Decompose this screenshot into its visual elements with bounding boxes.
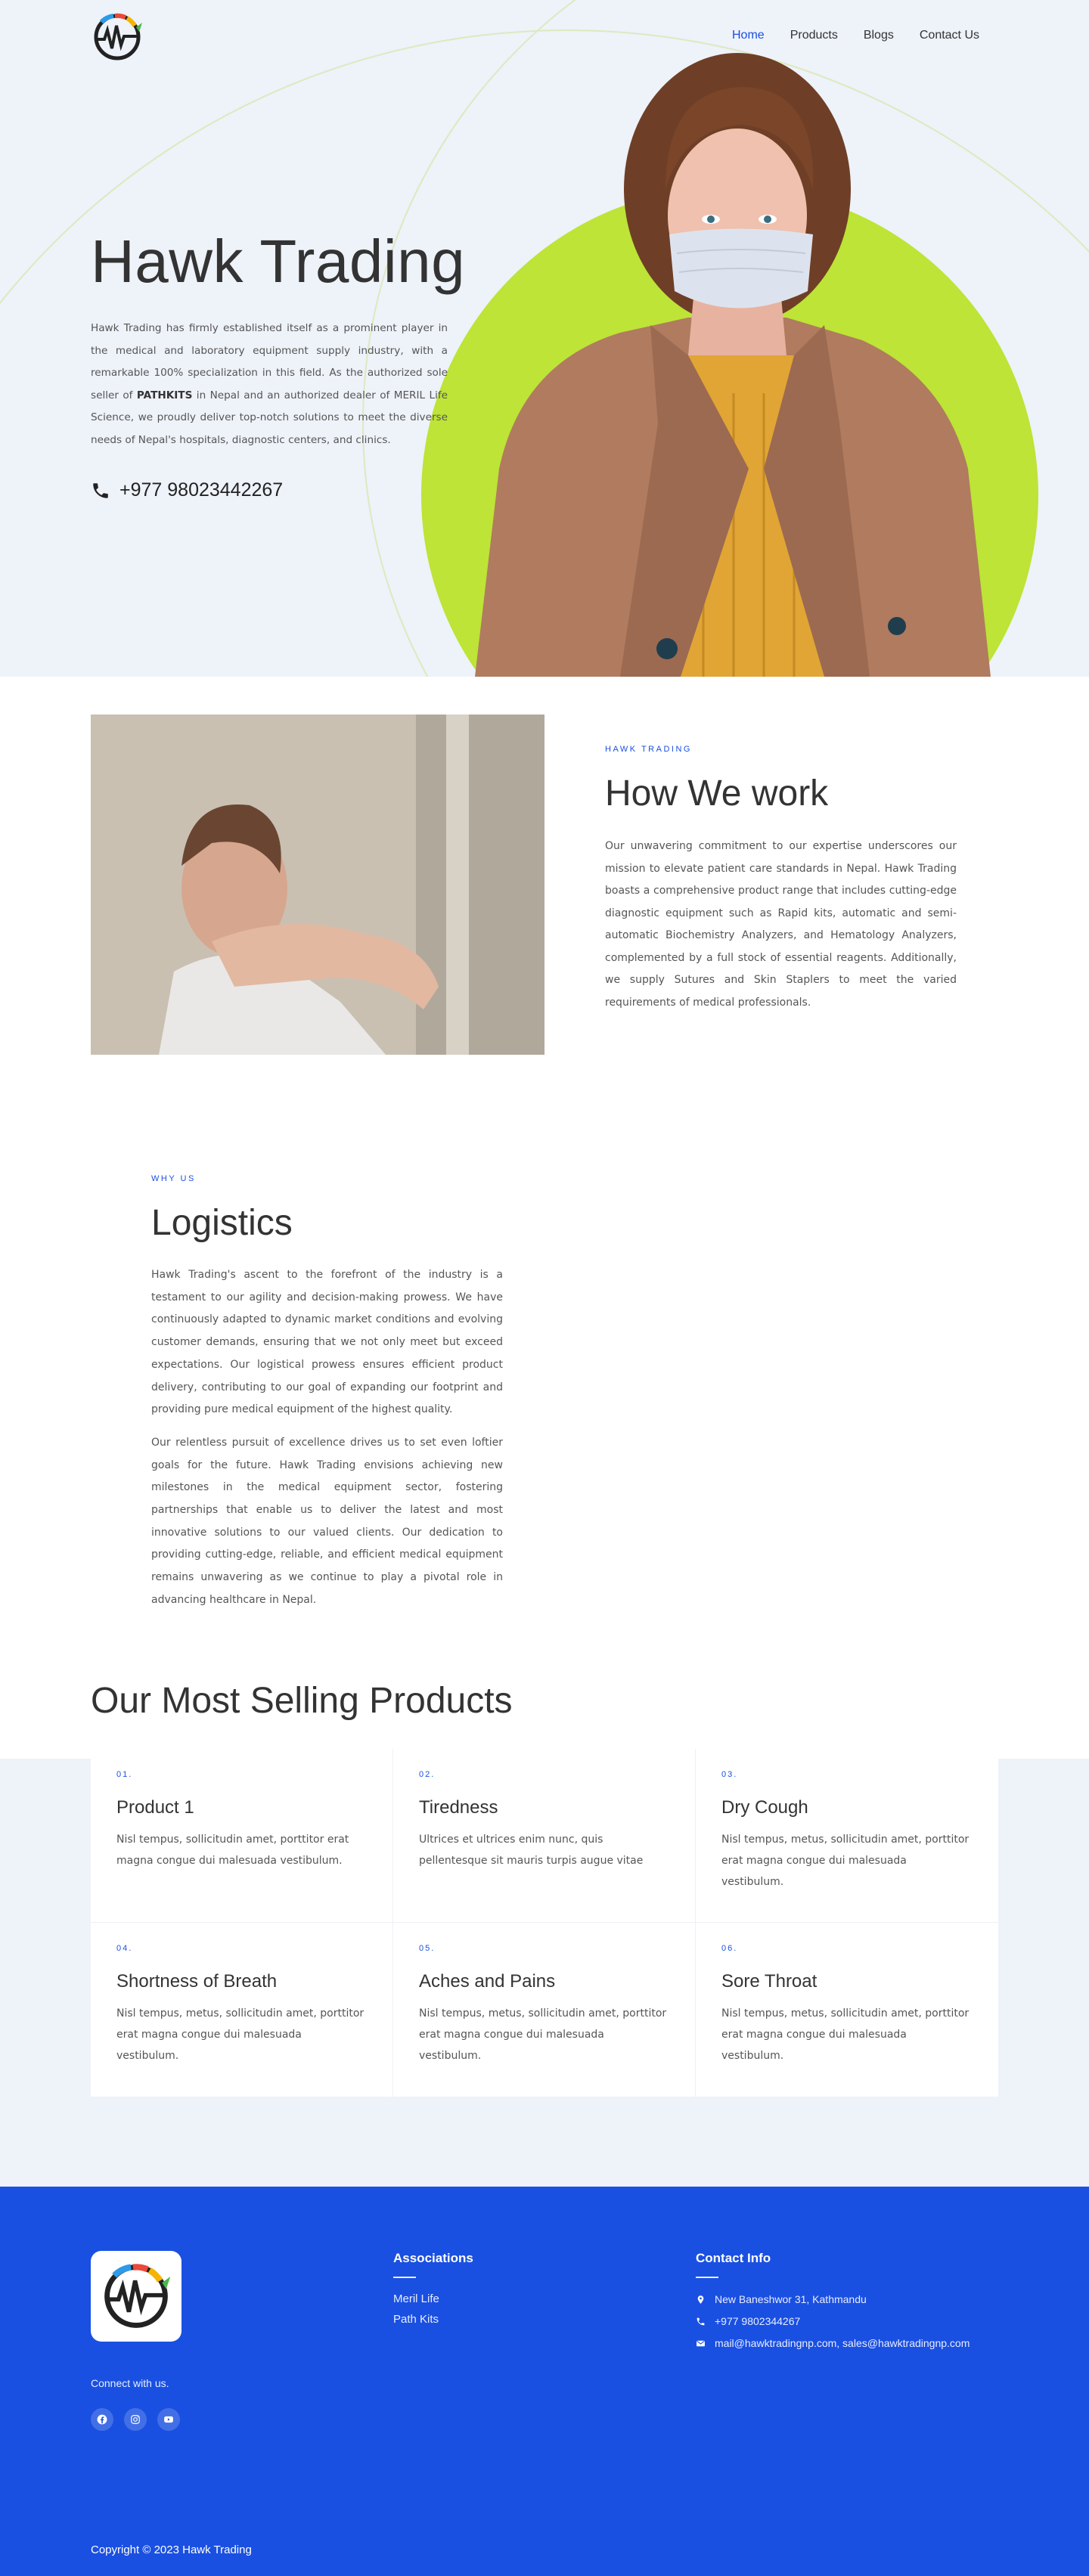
hawk-trading-logo-icon	[104, 2264, 171, 2328]
product-description: Ultrices et ultrices enim nunc, quis pel…	[419, 1834, 644, 1867]
product-title: Aches and Pains	[419, 1971, 556, 1992]
product-title: Tiredness	[419, 1797, 498, 1818]
nav-products[interactable]: Products	[790, 29, 838, 42]
hero-phone[interactable]: +977 98023442267	[91, 479, 283, 501]
product-number: 03.	[721, 1770, 738, 1779]
youtube-icon[interactable]	[157, 2408, 180, 2431]
nav-blogs[interactable]: Blogs	[864, 29, 894, 42]
phone-icon	[697, 2317, 705, 2326]
footer: Connect with us. Associations Meril Life…	[0, 2187, 1089, 2576]
product-number: 05.	[419, 1944, 436, 1953]
product-description: Nisl tempus, metus, sollicitudin amet, p…	[721, 2007, 970, 2062]
product-number: 06.	[721, 1944, 738, 1953]
product-title: Sore Throat	[721, 1971, 818, 1992]
logistics-eyebrow: WHY US	[151, 1174, 196, 1183]
product-description: Nisl tempus, metus, sollicitudin amet, p…	[419, 2007, 667, 2062]
instagram-icon[interactable]	[124, 2408, 147, 2431]
product-description: Nisl tempus, metus, sollicitudin amet, p…	[116, 2007, 365, 2062]
hawk-trading-logo[interactable]	[91, 11, 144, 64]
contact-address: New Baneshwor 31, Kathmandu	[696, 2289, 970, 2311]
product-title: Product 1	[116, 1797, 194, 1818]
association-link-pathkits[interactable]: Path Kits	[393, 2309, 473, 2330]
work-title: How We work	[605, 773, 829, 814]
contact-email[interactable]: mail@hawktradingnp.com, sales@hawktradin…	[696, 2333, 970, 2354]
product-card[interactable]: 03. Dry Cough Nisl tempus, metus, sollic…	[696, 1749, 998, 1923]
product-card[interactable]: 02. Tiredness Ultrices et ultrices enim …	[393, 1749, 696, 1923]
product-card[interactable]: 04. Shortness of Breath Nisl tempus, met…	[91, 1923, 393, 2097]
heading-underline	[696, 2277, 718, 2278]
hero-title: Hawk Trading	[91, 228, 466, 295]
associations-heading: Associations	[393, 2251, 473, 2265]
product-description: Nisl tempus, metus, sollicitudin amet, p…	[721, 1834, 970, 1888]
product-description: Nisl tempus, sollicitudin amet, porttito…	[116, 1834, 349, 1867]
logistics-paragraph-2: Our relentless pursuit of excellence dri…	[151, 1436, 503, 1606]
hero-description-brand: PATHKITS	[136, 389, 193, 401]
logistics-paragraph-1: Hawk Trading's ascent to the forefront o…	[151, 1269, 503, 1416]
main-nav: Home Products Blogs Contact Us	[732, 29, 979, 42]
contact-heading: Contact Info	[696, 2251, 771, 2265]
hero-phone-number: +977 98023442267	[119, 479, 284, 501]
hero-section: Home Products Blogs Contact Us Hawk Trad…	[0, 0, 1089, 677]
heading-underline	[393, 2277, 416, 2278]
contact-phone-text: +977 9802344267	[715, 2315, 801, 2327]
product-card[interactable]: 06. Sore Throat Nisl tempus, metus, soll…	[696, 1923, 998, 2097]
nav-home[interactable]: Home	[732, 29, 765, 42]
phone-icon	[93, 482, 108, 498]
hero-description: Hawk Trading has firmly established itse…	[91, 318, 448, 451]
map-pin-icon	[697, 2295, 704, 2304]
footer-logo[interactable]	[91, 2251, 182, 2342]
association-link-meril[interactable]: Meril Life	[393, 2289, 473, 2309]
envelope-icon	[697, 2340, 705, 2347]
sneezing-man-image	[91, 715, 544, 1055]
work-eyebrow: HAWK TRADING	[605, 745, 692, 754]
logistics-title: Logistics	[151, 1203, 293, 1243]
product-card[interactable]: 05. Aches and Pains Nisl tempus, metus, …	[393, 1923, 696, 2097]
product-number: 02.	[419, 1770, 436, 1779]
contact-column: Contact Info New Baneshwor 31, Kathmandu…	[696, 2251, 970, 2354]
facebook-icon[interactable]	[91, 2408, 113, 2431]
product-title: Shortness of Breath	[116, 1971, 278, 1992]
social-links	[91, 2408, 180, 2431]
copyright: Copyright © 2023 Hawk Trading	[91, 2543, 252, 2556]
product-card[interactable]: 01. Product 1 Nisl tempus, sollicitudin …	[91, 1749, 393, 1923]
product-grid: 01. Product 1 Nisl tempus, sollicitudin …	[91, 1749, 998, 2097]
logistics-description: Hawk Trading's ascent to the forefront o…	[151, 1264, 503, 1612]
connect-text: Connect with us.	[91, 2377, 169, 2389]
product-number: 01.	[116, 1770, 133, 1779]
contact-email-text: mail@hawktradingnp.com, sales@hawktradin…	[715, 2337, 970, 2349]
product-title: Dry Cough	[721, 1797, 808, 1818]
work-description: Our unwavering commitment to our experti…	[605, 840, 957, 1009]
product-number: 04.	[116, 1944, 133, 1953]
nav-contact-us[interactable]: Contact Us	[920, 29, 979, 42]
contact-address-text: New Baneshwor 31, Kathmandu	[715, 2293, 867, 2305]
contact-phone[interactable]: +977 9802344267	[696, 2311, 970, 2333]
associations-column: Associations Meril Life Path Kits	[393, 2251, 473, 2330]
products-title: Our Most Selling Products	[91, 1681, 513, 1721]
